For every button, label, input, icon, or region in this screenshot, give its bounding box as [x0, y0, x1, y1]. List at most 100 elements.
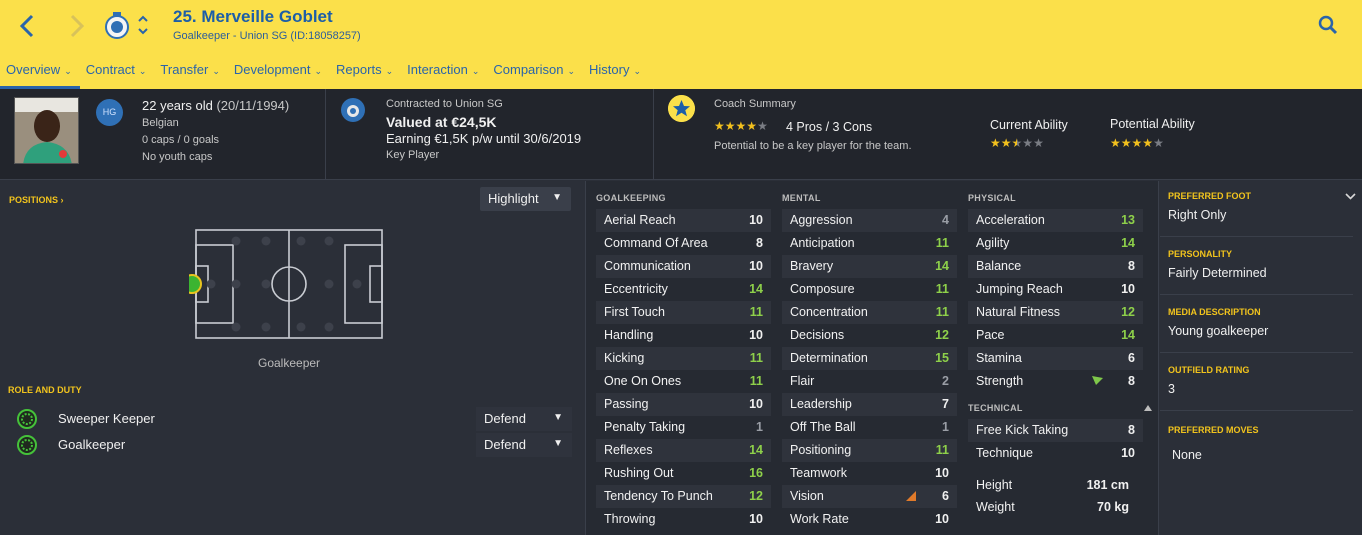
attribute-name: Acceleration — [976, 213, 1045, 227]
attribute-row[interactable]: Agility 14 — [968, 232, 1143, 255]
highlight-dropdown[interactable]: Highlight ▼ — [480, 187, 571, 211]
attribute-row[interactable]: Rushing Out 16 — [596, 462, 771, 485]
attribute-value: 15 — [935, 351, 949, 365]
search-icon[interactable] — [1318, 15, 1338, 35]
personality-value: Fairly Determined — [1168, 266, 1267, 280]
youth-caps: No youth caps — [142, 151, 213, 163]
star-icon[interactable] — [668, 95, 695, 122]
chevron-down-icon[interactable] — [1345, 193, 1356, 200]
attribute-row[interactable]: Positioning 11 — [782, 439, 957, 462]
attribute-name: Decisions — [790, 328, 845, 342]
collapse-arrow-icon[interactable] — [1144, 405, 1152, 411]
duty-dropdown[interactable]: Defend ▼ — [476, 407, 572, 431]
player-photo[interactable] — [14, 97, 79, 164]
attribute-row[interactable]: Composure 11 — [782, 278, 957, 301]
divider — [653, 89, 654, 180]
attribute-name: First Touch — [604, 305, 665, 319]
attribute-row[interactable]: Strength 8 — [968, 370, 1143, 393]
star-empty-icon: ★ — [1153, 136, 1164, 150]
current-ability-label: Current Ability — [990, 118, 1068, 132]
attribute-row[interactable]: Tendency To Punch 12 — [596, 485, 771, 508]
position-name: Goalkeeper — [258, 356, 321, 370]
attribute-row[interactable]: Eccentricity 14 — [596, 278, 771, 301]
tab-comparison[interactable]: Comparison ⌄ — [487, 59, 583, 89]
attribute-row[interactable]: Anticipation 11 — [782, 232, 957, 255]
attribute-row[interactable]: Handling 10 — [596, 324, 771, 347]
attribute-row[interactable]: First Touch 11 — [596, 301, 771, 324]
coach-rating-stars: ★★★★★ — [714, 119, 768, 133]
duty-dropdown[interactable]: Defend ▼ — [476, 433, 572, 457]
attribute-row[interactable]: Work Rate 10 — [782, 508, 957, 531]
attribute-value: 16 — [749, 466, 763, 480]
attribute-row[interactable]: Natural Fitness 12 — [968, 301, 1143, 324]
attribute-row[interactable]: Throwing 10 — [596, 508, 771, 531]
attribute-value: 10 — [1121, 282, 1135, 296]
player-portrait-icon — [15, 98, 78, 163]
attribute-value: 10 — [1121, 446, 1135, 460]
attribute-name: Off The Ball — [790, 420, 856, 434]
attribute-name: Agility — [976, 236, 1010, 250]
star-icon: ★ — [990, 136, 1001, 150]
attribute-row[interactable]: Penalty Taking 1 — [596, 416, 771, 439]
attribute-name: Communication — [604, 259, 691, 273]
attribute-row[interactable]: Acceleration 13 — [968, 209, 1143, 232]
club-crest-icon[interactable] — [104, 10, 130, 40]
attribute-row[interactable]: Concentration 11 — [782, 301, 957, 324]
attribute-row[interactable]: Leadership 7 — [782, 393, 957, 416]
tab-reports[interactable]: Reports ⌄ — [330, 59, 401, 89]
mental-heading: MENTAL — [782, 193, 821, 203]
attribute-row[interactable]: Command Of Area 8 — [596, 232, 771, 255]
wage: Earning €1,5K p/w until 30/6/2019 — [386, 131, 582, 146]
attribute-row[interactable]: One On Ones 11 — [596, 370, 771, 393]
chevron-down-icon: ⌄ — [567, 66, 576, 76]
attribute-name: Positioning — [790, 443, 852, 457]
role-suitability-icon — [17, 409, 37, 429]
attribute-row[interactable]: Kicking 11 — [596, 347, 771, 370]
attribute-row[interactable]: Reflexes 14 — [596, 439, 771, 462]
chevron-down-icon: ▼ — [552, 192, 562, 203]
role-row[interactable]: Goalkeeper Defend ▼ — [14, 433, 574, 457]
duty-value: Defend — [484, 437, 526, 452]
chevron-right-icon — [70, 14, 85, 38]
positions-link[interactable]: POSITIONS › — [9, 195, 64, 205]
media-description-value: Young goalkeeper — [1168, 324, 1269, 338]
attribute-row[interactable]: Teamwork 10 — [782, 462, 957, 485]
tab-interaction[interactable]: Interaction ⌄ — [401, 59, 487, 89]
tab-contract[interactable]: Contract ⌄ — [80, 59, 155, 89]
attribute-value: 10 — [935, 466, 949, 480]
attribute-row[interactable]: Passing 10 — [596, 393, 771, 416]
player-subtitle: Goalkeeper - Union SG (ID:18058257) — [173, 30, 361, 42]
tab-overview[interactable]: Overview ⌄ — [0, 59, 80, 89]
attribute-row[interactable]: Decisions 12 — [782, 324, 957, 347]
tab-transfer[interactable]: Transfer ⌄ — [154, 59, 227, 89]
attribute-row[interactable]: Free Kick Taking 8 — [968, 419, 1143, 442]
height-value: 181 cm — [1086, 478, 1129, 492]
forward-button[interactable] — [64, 12, 88, 40]
tab-development[interactable]: Development ⌄ — [228, 59, 330, 89]
attribute-row[interactable]: Flair 2 — [782, 370, 957, 393]
back-button[interactable] — [16, 12, 40, 40]
attribute-row[interactable]: Determination 15 — [782, 347, 957, 370]
chevron-updown-icon[interactable] — [137, 13, 149, 37]
role-row[interactable]: Sweeper Keeper Defend ▼ — [14, 407, 574, 431]
attribute-row[interactable]: Jumping Reach 10 — [968, 278, 1143, 301]
attribute-row[interactable]: Pace 14 — [968, 324, 1143, 347]
attribute-row[interactable]: Communication 10 — [596, 255, 771, 278]
attribute-row[interactable]: Technique 10 — [968, 442, 1143, 465]
attribute-name: Jumping Reach — [976, 282, 1063, 296]
attribute-row[interactable]: Aggression 4 — [782, 209, 957, 232]
attribute-row[interactable]: Balance 8 — [968, 255, 1143, 278]
age-text: 22 years old — [142, 98, 213, 113]
attribute-value: 8 — [756, 236, 763, 250]
attribute-row[interactable]: Stamina 6 — [968, 347, 1143, 370]
attribute-row[interactable]: Bravery 14 — [782, 255, 957, 278]
tab-history[interactable]: History ⌄ — [583, 59, 649, 89]
position-pitch-diagram[interactable] — [189, 226, 389, 341]
attribute-name: Natural Fitness — [976, 305, 1061, 319]
coach-pros-cons[interactable]: 4 Pros / 3 Cons — [786, 120, 872, 134]
attribute-row[interactable]: Aerial Reach 10 — [596, 209, 771, 232]
attribute-row[interactable]: Vision 6 — [782, 485, 957, 508]
attribute-row[interactable]: Off The Ball 1 — [782, 416, 957, 439]
attribute-name: Teamwork — [790, 466, 847, 480]
media-description-heading: MEDIA DESCRIPTION — [1168, 307, 1261, 317]
